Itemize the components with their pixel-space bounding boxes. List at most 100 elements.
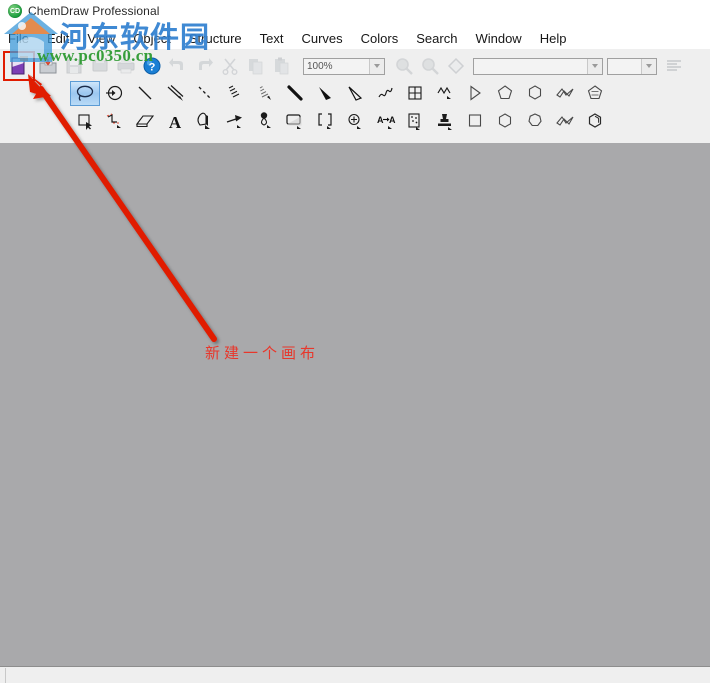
open-document-button[interactable] — [35, 54, 61, 78]
tool-bold-bond[interactable] — [280, 80, 310, 106]
tool-hashed-bond[interactable] — [220, 80, 250, 106]
tool-pen[interactable] — [190, 108, 220, 134]
tool-cyclohexane[interactable] — [520, 80, 550, 106]
diamond-icon — [447, 57, 465, 75]
new-document-button[interactable] — [3, 51, 35, 81]
menu-object[interactable]: Object — [124, 29, 180, 49]
tool-arrow[interactable] — [220, 108, 250, 134]
tool-acyclic-chain[interactable] — [460, 80, 490, 106]
dashed-bond-icon — [198, 86, 212, 100]
table-grid-icon — [408, 86, 422, 100]
copy-button[interactable] — [243, 54, 269, 78]
drawing-toolbar-row-1 — [70, 80, 610, 106]
redo-button[interactable] — [191, 54, 217, 78]
menu-text[interactable]: Text — [251, 29, 293, 49]
size-combo-chevron-down-icon[interactable] — [641, 58, 656, 74]
tool-lasso[interactable] — [70, 80, 100, 106]
zoom-in-button[interactable] — [391, 54, 417, 78]
paste-button[interactable] — [269, 54, 295, 78]
tool-eraser[interactable] — [130, 108, 160, 134]
tool-ribbon2[interactable] — [550, 108, 580, 134]
menu-file[interactable]: File — [0, 29, 38, 49]
brackets-icon — [318, 113, 332, 129]
tool-cyclopentadiene[interactable] — [580, 80, 610, 106]
triangle-outline-icon — [470, 85, 481, 101]
hashed-wedge-icon — [259, 86, 271, 100]
tool-dashed-bond[interactable] — [190, 80, 220, 106]
ribbon2-outline-icon — [556, 116, 574, 126]
fit-to-window-button[interactable] — [443, 54, 469, 78]
tool-template-stamp[interactable] — [430, 108, 460, 134]
menu-search[interactable]: Search — [407, 29, 466, 49]
print-preview-icon — [92, 59, 108, 72]
charge-circle-icon — [348, 113, 361, 129]
print-button[interactable] — [113, 54, 139, 78]
tool-hexagon2[interactable] — [490, 108, 520, 134]
chemdraw-app-icon: CD — [8, 4, 22, 18]
tool-table[interactable] — [400, 80, 430, 106]
zoom-level-combo[interactable]: 100% — [303, 57, 385, 75]
document-canvas[interactable] — [0, 143, 710, 666]
tool-benzene[interactable] — [580, 108, 610, 134]
hollow-wedge-icon — [348, 86, 363, 101]
tool-multiple-bond[interactable] — [160, 80, 190, 106]
window-title: ChemDraw Professional — [28, 4, 160, 18]
solid-bond-icon — [138, 86, 152, 100]
arrow-right-icon — [226, 115, 242, 128]
rounded-frame-icon — [286, 114, 302, 129]
zoom-out-button[interactable] — [417, 54, 443, 78]
menu-structure[interactable]: Structure — [180, 29, 251, 49]
menu-help[interactable]: Help — [531, 29, 576, 49]
tool-bracket[interactable] — [310, 108, 340, 134]
tool-reaction-chain[interactable] — [100, 108, 130, 134]
tool-ribbon[interactable] — [550, 80, 580, 106]
paste-clipboard-icon — [275, 57, 289, 75]
tool-atom-query[interactable]: A A — [370, 108, 400, 134]
tool-cyclopentane[interactable] — [490, 80, 520, 106]
tool-text[interactable]: A — [160, 108, 190, 134]
font-combo-chevron-down-icon[interactable] — [587, 58, 602, 74]
menu-view[interactable]: View — [78, 29, 124, 49]
menu-curves[interactable]: Curves — [292, 29, 351, 49]
font-family-combo[interactable] — [473, 57, 603, 75]
tool-orbital[interactable] — [250, 108, 280, 134]
tool-hollow-wedge[interactable] — [340, 80, 370, 106]
tool-charge[interactable] — [340, 108, 370, 134]
text-align-button[interactable] — [661, 54, 687, 78]
tool-marquee[interactable] — [100, 80, 130, 106]
zoom-combo-chevron-down-icon[interactable] — [369, 58, 384, 74]
pentagon-outline-icon — [497, 85, 513, 100]
help-button[interactable]: ? — [139, 54, 165, 78]
tool-cycloheptane[interactable] — [520, 108, 550, 134]
tool-select-box[interactable] — [70, 108, 100, 134]
tool-tlc-plate[interactable] — [400, 108, 430, 134]
hashed-bond-icon — [228, 85, 240, 98]
atom-query-icon: A A — [377, 115, 396, 129]
save-button[interactable] — [61, 54, 87, 78]
stamp-icon — [438, 114, 452, 130]
menu-bar: File Edit View Object Structure Text Cur… — [0, 29, 710, 49]
font-size-combo[interactable] — [607, 57, 657, 75]
menu-window[interactable]: Window — [466, 29, 530, 49]
undo-button[interactable] — [165, 54, 191, 78]
tool-cyclobutane[interactable] — [460, 108, 490, 134]
tool-wavy-bond[interactable] — [370, 80, 400, 106]
svg-text:A: A — [389, 115, 396, 125]
menu-edit[interactable]: Edit — [38, 29, 78, 49]
tool-wedged-bond[interactable] — [310, 80, 340, 106]
tlc-plate-icon — [408, 113, 420, 130]
text-a-icon: A — [169, 113, 182, 131]
tool-solid-bond[interactable] — [130, 80, 160, 106]
print-preview-button[interactable] — [87, 54, 113, 78]
reaction-chain-icon — [106, 113, 121, 128]
heptagon-outline-icon — [528, 113, 542, 127]
tool-hashed-wedge[interactable] — [250, 80, 280, 106]
printer-icon — [117, 59, 135, 74]
svg-text:A: A — [377, 115, 384, 125]
menu-colors[interactable]: Colors — [352, 29, 408, 49]
tool-drawing-element[interactable] — [280, 108, 310, 134]
marquee-arrow-icon — [106, 85, 123, 101]
copy-pages-icon — [249, 59, 263, 75]
cut-button[interactable] — [217, 54, 243, 78]
tool-chain[interactable] — [430, 80, 460, 106]
